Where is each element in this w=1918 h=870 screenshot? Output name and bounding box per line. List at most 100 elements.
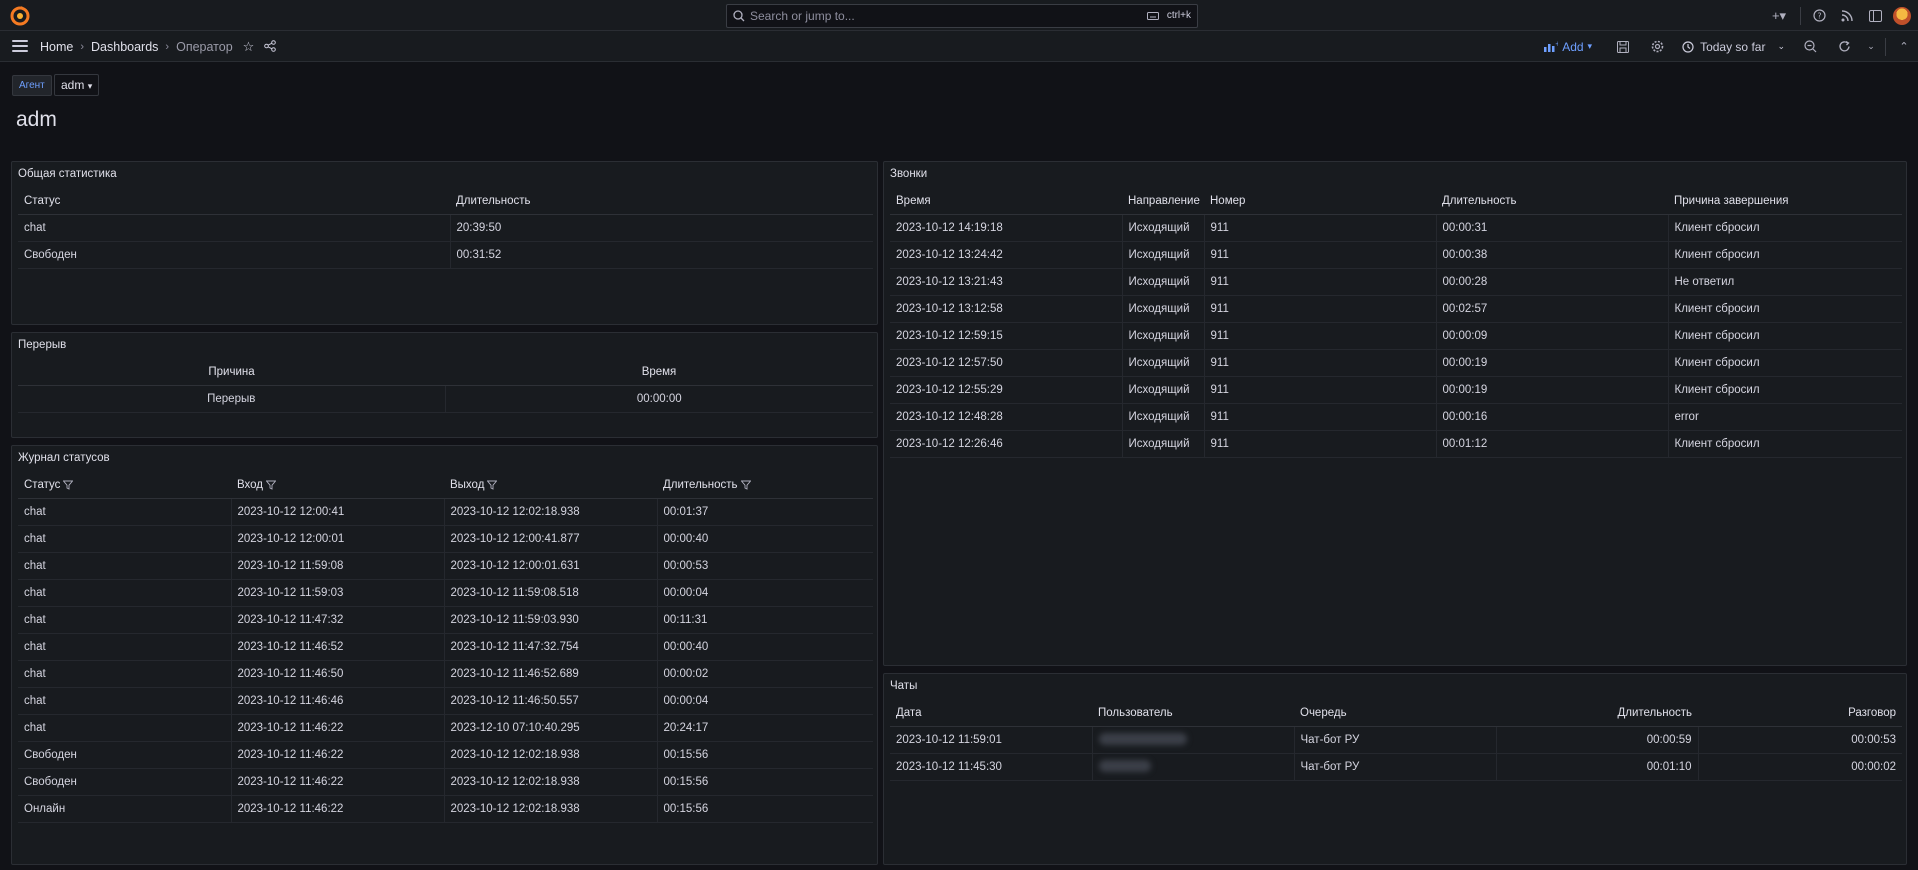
new-plus-icon[interactable]: +▾ <box>1762 0 1796 31</box>
table-row: chat 2023-10-12 12:00:01 2023-10-12 12:00:… <box>18 525 873 553</box>
column-header[interactable]: Номер <box>1204 188 1436 215</box>
table-row: 2023-10-12 12:55:29 Исходящий 911 00:00:19 К… <box>890 376 1902 404</box>
add-panel-icon: + <box>1544 41 1558 52</box>
search-shortcut: ctrl+k <box>1146 10 1191 21</box>
table-row: chat 2023-10-12 12:00:41 2023-10-12 12:02:… <box>18 498 873 526</box>
table-row: Свободен 00:31:52 <box>18 241 873 269</box>
table-row: 2023-10-12 11:59:01 Чат-бот РУ 00:00:59 … <box>890 726 1902 754</box>
panel-title[interactable]: Звонки <box>890 168 927 180</box>
column-header[interactable]: Статус <box>18 472 231 499</box>
breaks-panel: Перерыв Причина Время Перерыв 00:00:00 <box>11 332 878 438</box>
table-row: 2023-10-12 11:45:30 Чат-бот РУ 00:01:10 … <box>890 753 1902 781</box>
breadcrumb: Home › Dashboards › Оператор ☆ <box>40 39 277 55</box>
chevron-down-icon: ▾ <box>1587 41 1593 51</box>
agent-variable-select[interactable]: adm ▾ <box>54 74 100 96</box>
breadcrumb-dashboards[interactable]: Dashboards <box>91 40 158 54</box>
search-placeholder: Search or jump to... <box>750 9 855 23</box>
svg-text:+: + <box>1555 41 1558 48</box>
column-header[interactable]: Длительность <box>1436 188 1668 215</box>
user-avatar[interactable] <box>1893 6 1911 25</box>
svg-text:?: ? <box>1817 12 1821 21</box>
settings-gear-icon[interactable] <box>1640 40 1674 53</box>
table-row: 2023-10-12 12:59:15 Исходящий 911 00:00:09 К… <box>890 322 1902 350</box>
column-header[interactable]: Время <box>445 359 873 386</box>
filter-icon[interactable] <box>740 480 751 490</box>
chevron-down-icon: ⌄ <box>1777 41 1785 51</box>
table-row: chat 2023-10-12 11:59:08 2023-10-12 12:00:… <box>18 552 873 580</box>
column-header[interactable]: Пользователь <box>1092 700 1294 727</box>
column-header[interactable]: Выход <box>444 472 657 499</box>
column-header[interactable]: Причина завершения <box>1668 188 1902 215</box>
table-row: chat 2023-10-12 11:47:32 2023-10-12 11:59:… <box>18 606 873 634</box>
column-header[interactable]: Длительность <box>657 472 873 499</box>
status-log-table: Статус Вход Выход Длительность chat 2023-… <box>18 472 873 823</box>
redacted-user <box>1091 753 1294 781</box>
column-header[interactable]: Статус <box>18 188 450 215</box>
collapse-chevron-up-icon[interactable]: ⌃ <box>1890 40 1918 53</box>
dock-menu-icon[interactable] <box>1861 0 1889 31</box>
filter-icon[interactable] <box>63 480 74 490</box>
zoom-out-icon[interactable] <box>1793 40 1827 53</box>
news-rss-icon[interactable] <box>1833 0 1861 31</box>
table-row: chat 2023-10-12 11:46:22 2023-12-10 07:10:… <box>18 714 873 742</box>
add-button[interactable]: + Add ▾ <box>1544 40 1592 54</box>
dashboard-nav-bar: Home › Dashboards › Оператор ☆ + Add ▾ T… <box>0 31 1918 62</box>
search-input[interactable]: Search or jump to... ctrl+k <box>726 4 1198 28</box>
column-header[interactable]: Длительность <box>1496 700 1698 727</box>
table-row: 2023-10-12 12:57:50 Исходящий 911 00:00:19 К… <box>890 349 1902 377</box>
breadcrumb-home[interactable]: Home <box>40 40 73 54</box>
divider <box>1885 37 1886 56</box>
clock-icon <box>1682 40 1694 53</box>
column-header[interactable]: Причина <box>18 359 445 386</box>
time-range-picker[interactable]: Today so far ⌄ <box>1682 40 1785 54</box>
help-icon[interactable]: ? <box>1805 0 1833 31</box>
table-row: Свободен 2023-10-12 11:46:22 2023-10-12 12… <box>18 741 873 769</box>
column-header[interactable]: Вход <box>231 472 444 499</box>
panel-title[interactable]: Журнал статусов <box>18 452 110 464</box>
table-row: Перерыв 00:00:00 <box>18 385 873 413</box>
table-row: chat 2023-10-12 11:59:03 2023-10-12 11:59:… <box>18 579 873 607</box>
column-header[interactable]: Время <box>890 188 1122 215</box>
panel-title[interactable]: Общая статистика <box>18 168 117 180</box>
column-header[interactable]: Длительность <box>450 188 873 215</box>
grafana-logo-icon[interactable] <box>10 6 30 26</box>
calls-table: Время Направление Номер Длительность При… <box>890 188 1902 458</box>
chevron-right-icon: › <box>165 41 170 53</box>
table-row: 2023-10-12 12:26:46 Исходящий 911 00:01:12 К… <box>890 430 1902 458</box>
table-row: 2023-10-12 12:48:28 Исходящий 911 00:00:16 e… <box>890 403 1902 431</box>
table-row: chat 2023-10-12 11:46:52 2023-10-12 11:47:… <box>18 633 873 661</box>
save-icon[interactable] <box>1606 40 1640 53</box>
breaks-table: Причина Время Перерыв 00:00:00 <box>18 359 873 413</box>
panel-title[interactable]: Чаты <box>890 680 917 692</box>
table-row: 2023-10-12 13:12:58 Исходящий 911 00:02:57 К… <box>890 295 1902 323</box>
column-header[interactable]: Направление <box>1122 188 1204 215</box>
chats-table: Дата Пользователь Очередь Длительность Р… <box>890 700 1902 781</box>
table-row: 2023-10-12 14:19:18 Исходящий 911 00:00:31 К… <box>890 214 1902 242</box>
page-title: adm <box>16 108 57 131</box>
status-log-panel: Журнал статусов Статус Вход Выход Длител… <box>11 445 878 865</box>
table-row: Онлайн 2023-10-12 11:46:22 2023-10-12 12:0… <box>18 795 873 823</box>
column-header[interactable]: Разговор <box>1698 700 1902 727</box>
calls-panel: Звонки Время Направление Номер Длительно… <box>883 161 1907 666</box>
filter-icon[interactable] <box>487 480 498 490</box>
panel-title[interactable]: Перерыв <box>18 339 66 351</box>
chevron-right-icon: › <box>80 41 85 53</box>
table-row: chat 2023-10-12 11:46:50 2023-10-12 11:46:… <box>18 660 873 688</box>
redacted-user <box>1091 726 1294 754</box>
refresh-interval-chevron-icon[interactable]: ⌄ <box>1861 41 1881 52</box>
column-header[interactable]: Дата <box>890 700 1092 727</box>
column-header[interactable]: Очередь <box>1294 700 1496 727</box>
keyboard-icon <box>1146 11 1159 20</box>
menu-hamburger-icon[interactable] <box>12 40 28 52</box>
breadcrumb-current: Оператор <box>176 40 233 54</box>
agent-variable-label: Агент <box>12 75 52 96</box>
divider <box>1800 6 1801 25</box>
general-stats-panel: Общая статистика Статус Длительность cha… <box>11 161 878 325</box>
table-row: 2023-10-12 13:24:42 Исходящий 911 00:00:38 К… <box>890 241 1902 269</box>
search-icon <box>733 10 745 22</box>
refresh-icon[interactable] <box>1827 40 1861 53</box>
filter-icon[interactable] <box>266 480 277 490</box>
star-icon[interactable]: ☆ <box>243 39 255 55</box>
chevron-down-icon: ▾ <box>87 81 93 91</box>
share-icon[interactable] <box>264 39 277 55</box>
